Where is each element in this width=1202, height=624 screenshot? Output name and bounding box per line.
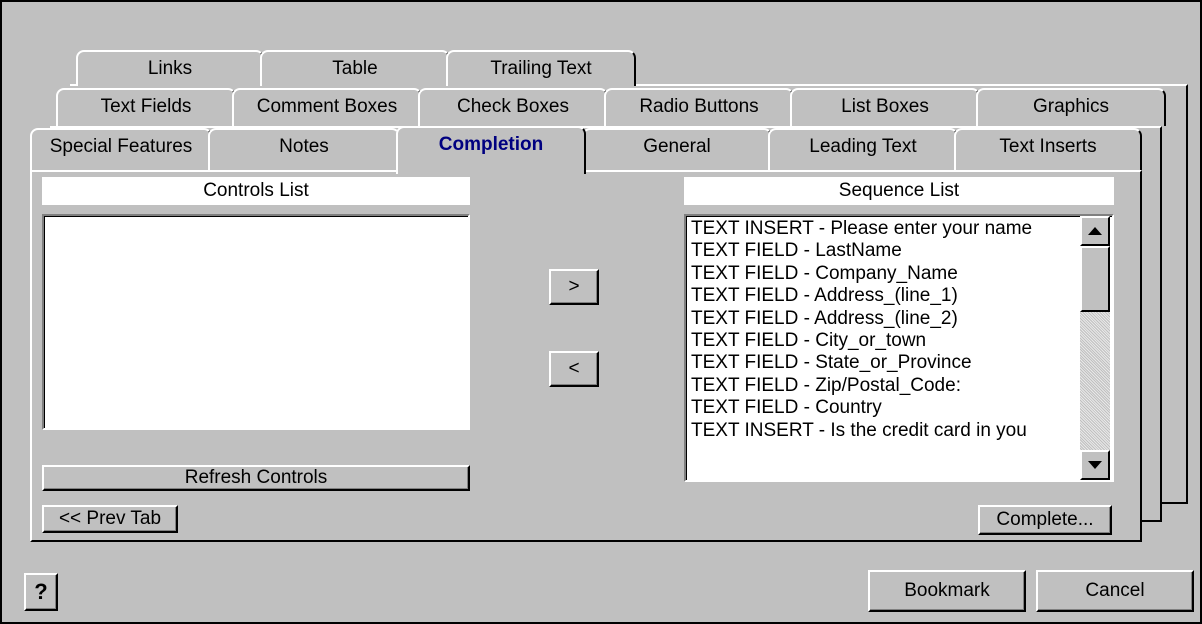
sequence-list-scrollbar[interactable] <box>1080 216 1110 480</box>
controls-list-box[interactable] <box>42 214 470 430</box>
refresh-controls-button[interactable]: Refresh Controls <box>42 465 470 491</box>
cancel-button[interactable]: Cancel <box>1036 570 1194 612</box>
tab-completion[interactable]: Completion <box>396 126 586 174</box>
controls-list-header: Controls List <box>42 177 470 205</box>
list-item[interactable]: TEXT FIELD - Zip/Postal_Code: <box>686 375 1078 397</box>
list-item[interactable]: TEXT FIELD - Address_(line_1) <box>686 285 1078 307</box>
list-item[interactable]: TEXT FIELD - City_or_town <box>686 330 1078 352</box>
tab-comment-boxes[interactable]: Comment Boxes <box>232 88 422 126</box>
tab-special-features[interactable]: Special Features <box>30 128 212 170</box>
list-item[interactable]: TEXT FIELD - Company_Name <box>686 263 1078 285</box>
tab-list-boxes[interactable]: List Boxes <box>790 88 980 126</box>
tab-text-fields[interactable]: Text Fields <box>56 88 236 126</box>
tab-text-inserts[interactable]: Text Inserts <box>954 128 1142 170</box>
question-mark-icon: ? <box>34 579 48 604</box>
tab-table[interactable]: Table <box>260 50 450 86</box>
sequence-list-header: Sequence List <box>684 177 1114 205</box>
scroll-up-arrow-icon[interactable] <box>1080 216 1110 246</box>
prev-tab-button[interactable]: << Prev Tab <box>42 505 178 533</box>
tab-check-boxes[interactable]: Check Boxes <box>418 88 608 126</box>
tab-leading-text[interactable]: Leading Text <box>768 128 958 170</box>
scroll-thumb[interactable] <box>1080 246 1110 312</box>
list-item[interactable]: TEXT FIELD - LastName <box>686 240 1078 262</box>
list-item[interactable]: TEXT FIELD - Address_(line_2) <box>686 308 1078 330</box>
tab-links[interactable]: Links <box>76 50 264 86</box>
tab-trailing-text[interactable]: Trailing Text <box>446 50 636 86</box>
tab-general[interactable]: General <box>582 128 772 170</box>
scroll-down-arrow-icon[interactable] <box>1080 450 1110 480</box>
move-right-button[interactable]: > <box>549 269 599 305</box>
bookmark-button[interactable]: Bookmark <box>868 570 1026 612</box>
list-item[interactable]: TEXT FIELD - Country <box>686 397 1078 419</box>
list-item[interactable]: TEXT FIELD - State_or_Province <box>686 352 1078 374</box>
list-item[interactable]: TEXT INSERT - Please enter your name <box>686 218 1078 240</box>
sequence-list-box[interactable]: TEXT INSERT - Please enter your name TEX… <box>684 214 1114 482</box>
sequence-list-items: TEXT INSERT - Please enter your name TEX… <box>686 218 1078 478</box>
move-left-button[interactable]: < <box>549 351 599 387</box>
complete-button[interactable]: Complete... <box>978 505 1112 535</box>
help-button[interactable]: ? <box>24 573 58 611</box>
tab-notes[interactable]: Notes <box>208 128 400 170</box>
list-item[interactable]: TEXT INSERT - Is the credit card in you <box>686 420 1078 442</box>
tab-radio-buttons[interactable]: Radio Buttons <box>604 88 794 126</box>
tab-graphics[interactable]: Graphics <box>976 88 1166 126</box>
